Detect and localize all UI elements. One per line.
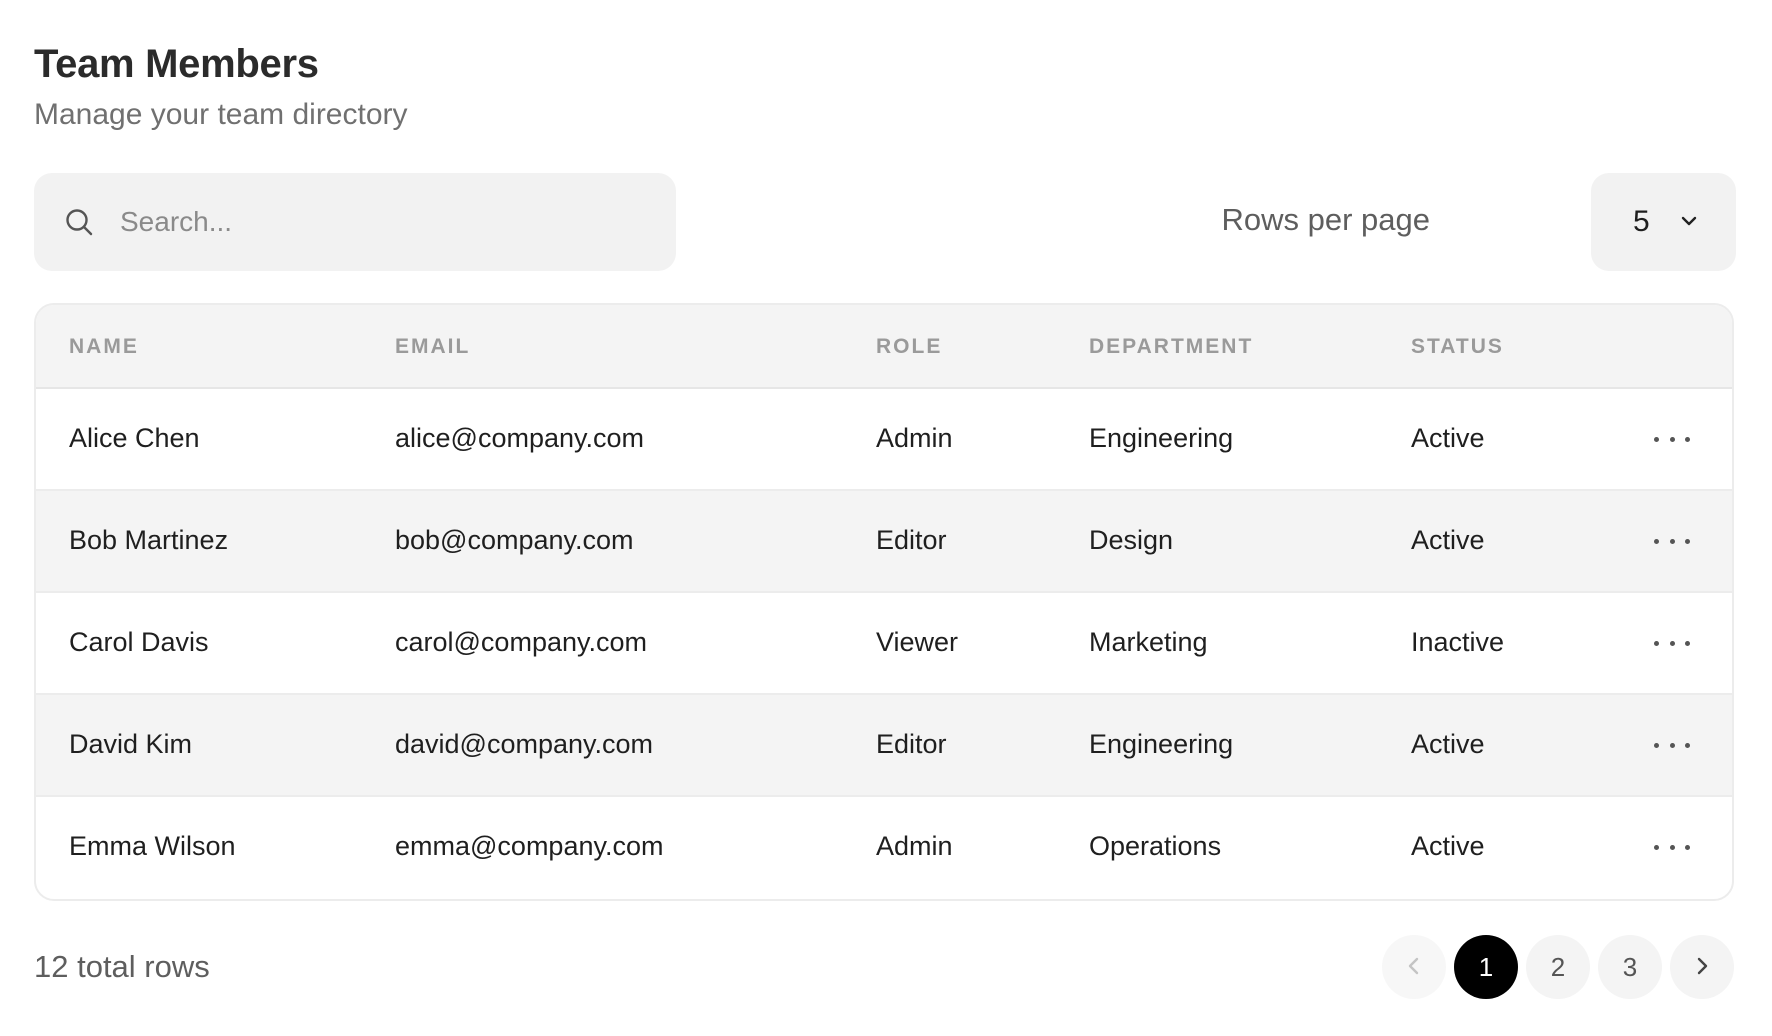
column-header-role[interactable]: ROLE [876,335,942,359]
cell-status: Active [1411,729,1485,759]
cell-name: Emma Wilson [69,831,236,861]
cell-name: Alice Chen [69,423,200,453]
page-subtitle: Manage your team directory [34,98,408,131]
search-icon [62,205,96,239]
cell-status: Active [1411,525,1485,555]
rows-per-page-value: 5 [1633,205,1650,238]
cell-department: Engineering [1089,423,1234,453]
table-row[interactable]: Carol Davis carol@company.com Viewer Mar… [36,593,1732,695]
table-row[interactable]: David Kim david@company.com Editor Engin… [36,695,1732,797]
table-header: NAME EMAIL ROLE DEPARTMENT STATUS [36,305,1732,389]
more-horizontal-icon[interactable] [1654,629,1690,657]
cell-email: carol@company.com [395,627,647,657]
column-header-email[interactable]: EMAIL [395,335,470,359]
cell-role: Editor [876,525,947,555]
more-horizontal-icon[interactable] [1654,527,1690,555]
rows-per-page-label: Rows per page [1221,202,1430,237]
cell-name: Carol Davis [69,627,209,657]
cell-department: Design [1089,525,1174,555]
page-button-2[interactable]: 2 [1526,935,1590,999]
members-table: NAME EMAIL ROLE DEPARTMENT STATUS Alice … [34,303,1734,901]
cell-status: Inactive [1411,627,1505,657]
cell-role: Admin [876,423,953,453]
team-members-page: Team Members Manage your team directory … [0,0,1772,1036]
next-page-button[interactable] [1670,935,1734,999]
chevron-right-icon [1692,952,1712,983]
prev-page-button[interactable] [1382,935,1446,999]
cell-email: emma@company.com [395,831,664,861]
more-horizontal-icon[interactable] [1654,425,1690,453]
cell-status: Active [1411,831,1485,861]
cell-department: Marketing [1089,627,1208,657]
page-button-3[interactable]: 3 [1598,935,1662,999]
search-box[interactable] [34,173,676,271]
chevron-left-icon [1404,952,1424,983]
column-header-department[interactable]: DEPARTMENT [1089,335,1253,359]
table-row[interactable]: Emma Wilson emma@company.com Admin Opera… [36,797,1732,897]
page-title: Team Members [34,42,319,86]
column-header-status[interactable]: STATUS [1411,335,1504,359]
cell-department: Engineering [1089,729,1234,759]
cell-name: David Kim [69,729,193,759]
more-horizontal-icon[interactable] [1654,833,1690,861]
table-row[interactable]: Alice Chen alice@company.com Admin Engin… [36,389,1732,491]
cell-role: Viewer [876,627,959,657]
table-row[interactable]: Bob Martinez bob@company.com Editor Desi… [36,491,1732,593]
page-button-1[interactable]: 1 [1454,935,1518,999]
cell-email: bob@company.com [395,525,634,555]
cell-role: Editor [876,729,947,759]
cell-department: Operations [1089,831,1222,861]
cell-name: Bob Martinez [69,525,229,555]
chevron-down-icon [1679,211,1699,236]
rows-per-page-select[interactable]: 5 [1591,173,1736,271]
cell-email: alice@company.com [395,423,644,453]
cell-email: david@company.com [395,729,654,759]
column-header-name[interactable]: NAME [69,335,139,359]
cell-role: Admin [876,831,953,861]
more-horizontal-icon[interactable] [1654,731,1690,759]
cell-status: Active [1411,423,1485,453]
search-input[interactable] [118,191,642,253]
total-rows-count: 12 total rows [34,949,210,984]
